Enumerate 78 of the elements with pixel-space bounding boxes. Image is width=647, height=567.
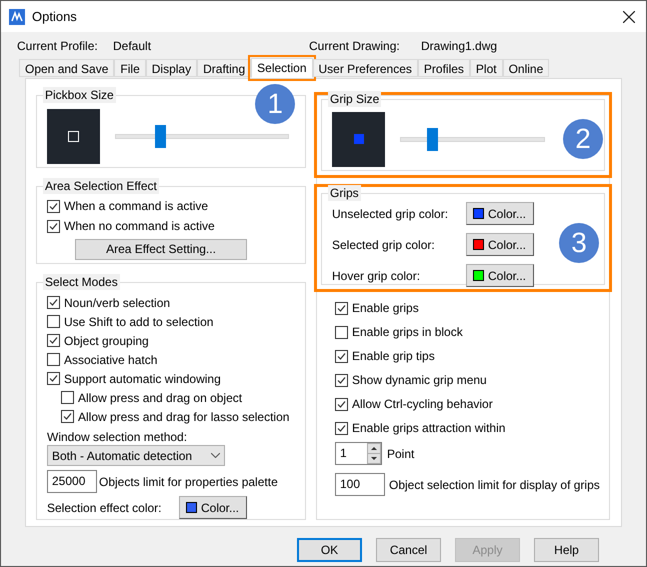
effect-color-label: Selection effect color: xyxy=(47,500,163,516)
grip-limit-label: Object selection limit for display of grips xyxy=(389,476,600,494)
checkbox-label: Enable grip tips xyxy=(352,348,435,365)
grip-color-label: Hover grip color: xyxy=(332,268,422,284)
checkbox-label: Allow press and drag for lasso selection xyxy=(78,408,290,426)
group-title: Select Modes xyxy=(43,274,120,290)
checkbox[interactable] xyxy=(47,372,60,385)
window-title: Options xyxy=(32,8,77,26)
tab[interactable]: Selection xyxy=(251,58,313,78)
tab[interactable]: User Preferences xyxy=(312,59,418,77)
slider[interactable] xyxy=(400,128,545,150)
color-button[interactable]: Color... xyxy=(466,264,534,287)
checkbox[interactable] xyxy=(47,334,60,347)
checkbox-label: Show dynamic grip menu xyxy=(352,372,487,389)
checkbox-label: Enable grips xyxy=(352,300,419,317)
slider[interactable] xyxy=(115,124,289,148)
checkbox[interactable] xyxy=(335,398,348,410)
dialog-button[interactable]: Help xyxy=(534,538,599,562)
checkbox[interactable] xyxy=(61,410,74,423)
checkbox-label: Use Shift to add to selection xyxy=(64,314,214,330)
checkbox-label: When no command is active xyxy=(64,218,215,236)
checkbox-label: When a command is active xyxy=(64,198,208,216)
close-icon[interactable] xyxy=(623,10,635,22)
checkbox-label: Object grouping xyxy=(64,332,149,350)
checkbox-label: Enable grips in block xyxy=(352,324,463,341)
tab[interactable]: Plot xyxy=(470,59,503,77)
slider-thumb[interactable] xyxy=(155,124,166,148)
group-title: Pickbox Size xyxy=(43,87,116,103)
tab[interactable]: Display xyxy=(146,59,198,77)
checkbox[interactable] xyxy=(47,296,60,309)
tab[interactable]: Profiles xyxy=(418,59,470,77)
group-title: Grip Size xyxy=(328,91,382,107)
checkbox[interactable] xyxy=(335,302,348,314)
checkbox[interactable] xyxy=(47,200,60,213)
checkbox[interactable] xyxy=(335,422,348,434)
group-title: Area Selection Effect xyxy=(43,178,159,194)
window-selection-dropdown[interactable]: Both - Automatic detection xyxy=(47,445,225,466)
number-field[interactable]: 25000 xyxy=(47,470,97,493)
drawing-value: Drawing1.dwg xyxy=(421,38,498,55)
point-label: Point xyxy=(387,446,414,462)
pickbox-preview xyxy=(47,108,100,164)
checkbox[interactable] xyxy=(335,350,348,362)
callout-badge: 2 xyxy=(563,119,603,159)
checkbox[interactable] xyxy=(335,326,348,338)
checkbox[interactable] xyxy=(47,353,60,366)
checkbox[interactable] xyxy=(335,374,348,386)
window-selection-label: Window selection method: xyxy=(47,429,188,445)
checkbox-label: Allow Ctrl-cycling behavior xyxy=(352,396,493,413)
checkbox-label: Allow press and drag on object xyxy=(78,390,242,406)
grip-color-label: Selected grip color: xyxy=(332,236,436,254)
checkbox[interactable] xyxy=(47,220,60,233)
chevron-down-icon xyxy=(211,453,220,458)
checkbox[interactable] xyxy=(61,391,74,404)
area-effect-button[interactable]: Area Effect Setting... xyxy=(75,238,247,260)
color-button[interactable]: Color... xyxy=(466,233,534,256)
checkbox-label: Noun/verb selection xyxy=(64,294,170,312)
tab[interactable]: Online xyxy=(502,59,550,77)
grip-color-label: Unselected grip color: xyxy=(332,206,450,222)
checkbox-label: Associative hatch xyxy=(64,352,158,368)
number-field[interactable]: 100 xyxy=(335,473,385,496)
slider-thumb[interactable] xyxy=(426,128,438,150)
tab[interactable]: File xyxy=(114,59,146,77)
group-title: Grips xyxy=(328,185,361,201)
app-icon xyxy=(9,8,25,24)
dialog-button[interactable]: OK xyxy=(297,538,362,562)
checkbox[interactable] xyxy=(47,315,60,328)
callout-badge: 3 xyxy=(559,223,599,263)
color-button[interactable]: Color... xyxy=(466,202,534,225)
profile-label: Current Profile: xyxy=(17,38,99,55)
color-button[interactable]: Color... xyxy=(179,496,247,519)
drawing-label: Current Drawing: xyxy=(309,38,401,55)
checkbox-label: Support automatic windowing xyxy=(64,370,221,388)
dialog-button[interactable]: Cancel xyxy=(376,538,441,562)
profile-value: Default xyxy=(113,38,152,55)
tab[interactable]: Drafting xyxy=(197,59,252,77)
tab[interactable]: Open and Save xyxy=(19,59,114,77)
checkbox-label: Enable grips attraction within xyxy=(352,420,506,437)
objects-limit-label: Objects limit for properties palette xyxy=(99,474,278,490)
